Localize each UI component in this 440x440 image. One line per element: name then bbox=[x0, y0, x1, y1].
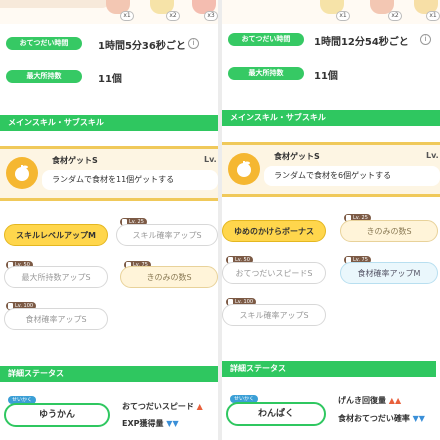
ingredient-count: x2 bbox=[388, 11, 402, 21]
subskill-chip[interactable]: ゆめのかけらボーナス bbox=[222, 220, 326, 242]
detail-section-header: 詳細ステータス bbox=[222, 361, 436, 377]
up-arrow-icon: ▲▲ bbox=[388, 396, 402, 405]
subskill-chip[interactable]: きのみの数S bbox=[340, 220, 438, 242]
ingredient-strip: x1 x2 x1 bbox=[222, 0, 440, 24]
main-skill-level: Lv. bbox=[426, 151, 439, 160]
help-time-label: おてつだい時間 bbox=[6, 37, 82, 50]
help-time-value: 1時間12分54秒ごと bbox=[314, 37, 409, 48]
apple-icon bbox=[6, 157, 38, 189]
main-skill-description: ランダムで食材を11個ゲットする bbox=[42, 170, 218, 190]
main-skill-description: ランダムで食材を6個ゲットする bbox=[264, 166, 440, 186]
subskill-chip[interactable]: 食材確率アップM bbox=[340, 262, 438, 284]
max-hold-value: 11個 bbox=[98, 74, 122, 85]
stat-up: おてつだいスピード ▲ bbox=[122, 402, 203, 411]
help-time-label: おてつだい時間 bbox=[228, 33, 304, 46]
comparison-view: x1 x2 x3 おてつだい時間 1時間5分36秒ごと i 最大所持数 11個 … bbox=[0, 0, 440, 440]
up-arrow-icon: ▲ bbox=[196, 402, 203, 411]
down-arrow-icon: ▼▼ bbox=[166, 419, 179, 428]
main-skill-card[interactable]: 食材ゲットS Lv. ランダムで食材を11個ゲットする bbox=[0, 149, 218, 201]
pokemon-panel-right: x1 x2 x1 おてつだい時間 1時間12分54秒ごと i 最大所持数 11個… bbox=[222, 0, 440, 440]
ingredient-count: x1 bbox=[120, 11, 134, 21]
main-skill-level: Lv. bbox=[204, 155, 217, 164]
subskill-chip[interactable]: 最大所持数アップS bbox=[4, 266, 108, 288]
ingredient-count: x1 bbox=[426, 11, 440, 21]
max-hold-value: 11個 bbox=[314, 71, 338, 82]
info-icon[interactable]: i bbox=[188, 38, 199, 49]
stat-down: 食材おてつだい確率 ▼▼ bbox=[338, 414, 425, 423]
stat-down: EXP獲得量 ▼▼ bbox=[122, 419, 179, 428]
subskill-chip[interactable]: スキル確率アップS bbox=[222, 304, 326, 326]
help-time-value: 1時間5分36秒ごと bbox=[98, 41, 186, 52]
subskill-chip[interactable]: 食材確率アップS bbox=[4, 308, 108, 330]
subskill-chip[interactable]: スキルレベルアップM bbox=[4, 224, 108, 246]
ingredient-strip: x1 x2 x3 bbox=[0, 0, 218, 24]
detail-section-header: 詳細ステータス bbox=[0, 366, 218, 382]
ingredient-count: x1 bbox=[336, 11, 350, 21]
main-skill-name: 食材ゲットS bbox=[274, 152, 320, 161]
subskill-chip[interactable]: きのみの数S bbox=[120, 266, 218, 288]
ingredient-count: x3 bbox=[204, 11, 218, 21]
skills-section-header: メインスキル・サブスキル bbox=[222, 110, 440, 126]
subskill-chip[interactable]: おてつだいスピードS bbox=[222, 262, 326, 284]
max-hold-label: 最大所持数 bbox=[228, 67, 304, 80]
info-icon[interactable]: i bbox=[420, 34, 431, 45]
pokemon-panel-left: x1 x2 x3 おてつだい時間 1時間5分36秒ごと i 最大所持数 11個 … bbox=[0, 0, 218, 440]
main-skill-card[interactable]: 食材ゲットS Lv. ランダムで食材を6個ゲットする bbox=[222, 145, 440, 197]
ingredient-count: x2 bbox=[166, 11, 180, 21]
main-skill-name: 食材ゲットS bbox=[52, 156, 98, 165]
nature-value[interactable]: わんぱく bbox=[226, 402, 326, 426]
nature-value[interactable]: ゆうかん bbox=[4, 403, 110, 427]
down-arrow-icon: ▼▼ bbox=[412, 414, 425, 423]
stat-up: げんき回復量 ▲▲ bbox=[338, 396, 402, 405]
max-hold-label: 最大所持数 bbox=[6, 70, 82, 83]
apple-icon bbox=[228, 153, 260, 185]
subskill-chip[interactable]: スキル確率アップS bbox=[116, 224, 218, 246]
skills-section-header: メインスキル・サブスキル bbox=[0, 115, 218, 131]
